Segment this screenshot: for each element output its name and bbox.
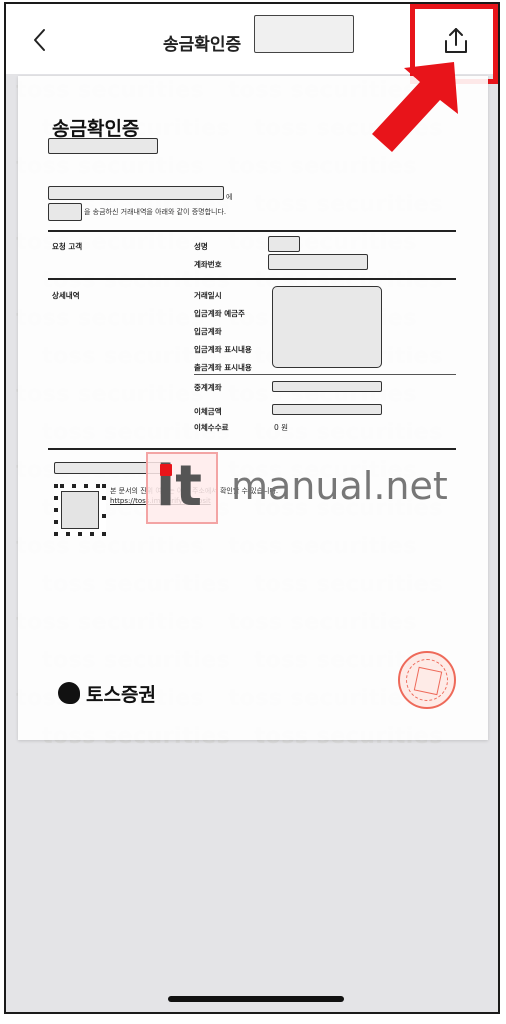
redacted-details [272,286,382,368]
page-title: 송금확인증 [163,35,242,55]
field-deposit-display-label: 입금계좌 표시내용 [194,345,252,354]
field-intermediary-label: 중계계좌 [194,383,222,392]
field-fee-value: 0 원 [274,423,289,432]
divider [194,374,456,375]
redacted-name [268,236,300,252]
divider [48,230,456,232]
section-details: 상세내역 [52,291,80,300]
redacted-text [48,138,158,154]
divider [48,278,456,280]
remittance-certificate: 송금확인증 에 을 송금하신 거래내역을 아래와 같이 증명합니다. 요청 고객… [18,76,488,740]
chevron-left-icon [34,29,45,51]
site-watermark-logo: it [146,452,218,524]
field-deposit-account-label: 입금계좌 [194,327,222,336]
toss-logo-icon [58,682,80,704]
field-datetime-label: 거래일시 [194,291,222,300]
back-button[interactable] [28,26,52,54]
document-title: 송금확인증 [52,118,140,140]
share-icon [445,28,467,53]
qr-code [54,484,106,536]
redacted-account [268,254,368,270]
section-requester: 요청 고객 [52,242,83,251]
field-account-label: 계좌번호 [194,260,222,269]
redacted-amount [272,404,382,415]
field-name-label: 성명 [194,242,208,251]
brand-name: 토스증권 [86,683,156,706]
redacted-text [48,203,82,221]
field-holder-label: 입금계좌 예금주 [194,309,245,318]
field-amount-label: 이체금액 [194,407,222,416]
field-withdrawal-display-label: 출금계좌 표시내용 [194,363,252,372]
screenshot-frame: 송금확인증 toss securities toss securities to… [4,2,500,1014]
divider [48,448,456,450]
home-indicator [168,996,344,1002]
site-watermark-text: manual.net [231,464,448,508]
navigation-bar: 송금확인증 [6,4,498,84]
share-button[interactable] [442,26,470,56]
intro-suffix: 에 [226,193,233,201]
intro-line: 을 송금하신 거래내역을 아래와 같이 증명합니다. [84,208,227,216]
field-fee-label: 이체수수료 [194,423,229,432]
brand-logo: 토스증권 [58,679,156,707]
redacted-text [48,186,224,200]
redacted-title-suffix [254,15,354,53]
official-seal [398,651,456,709]
redacted-intermediary [272,381,382,392]
